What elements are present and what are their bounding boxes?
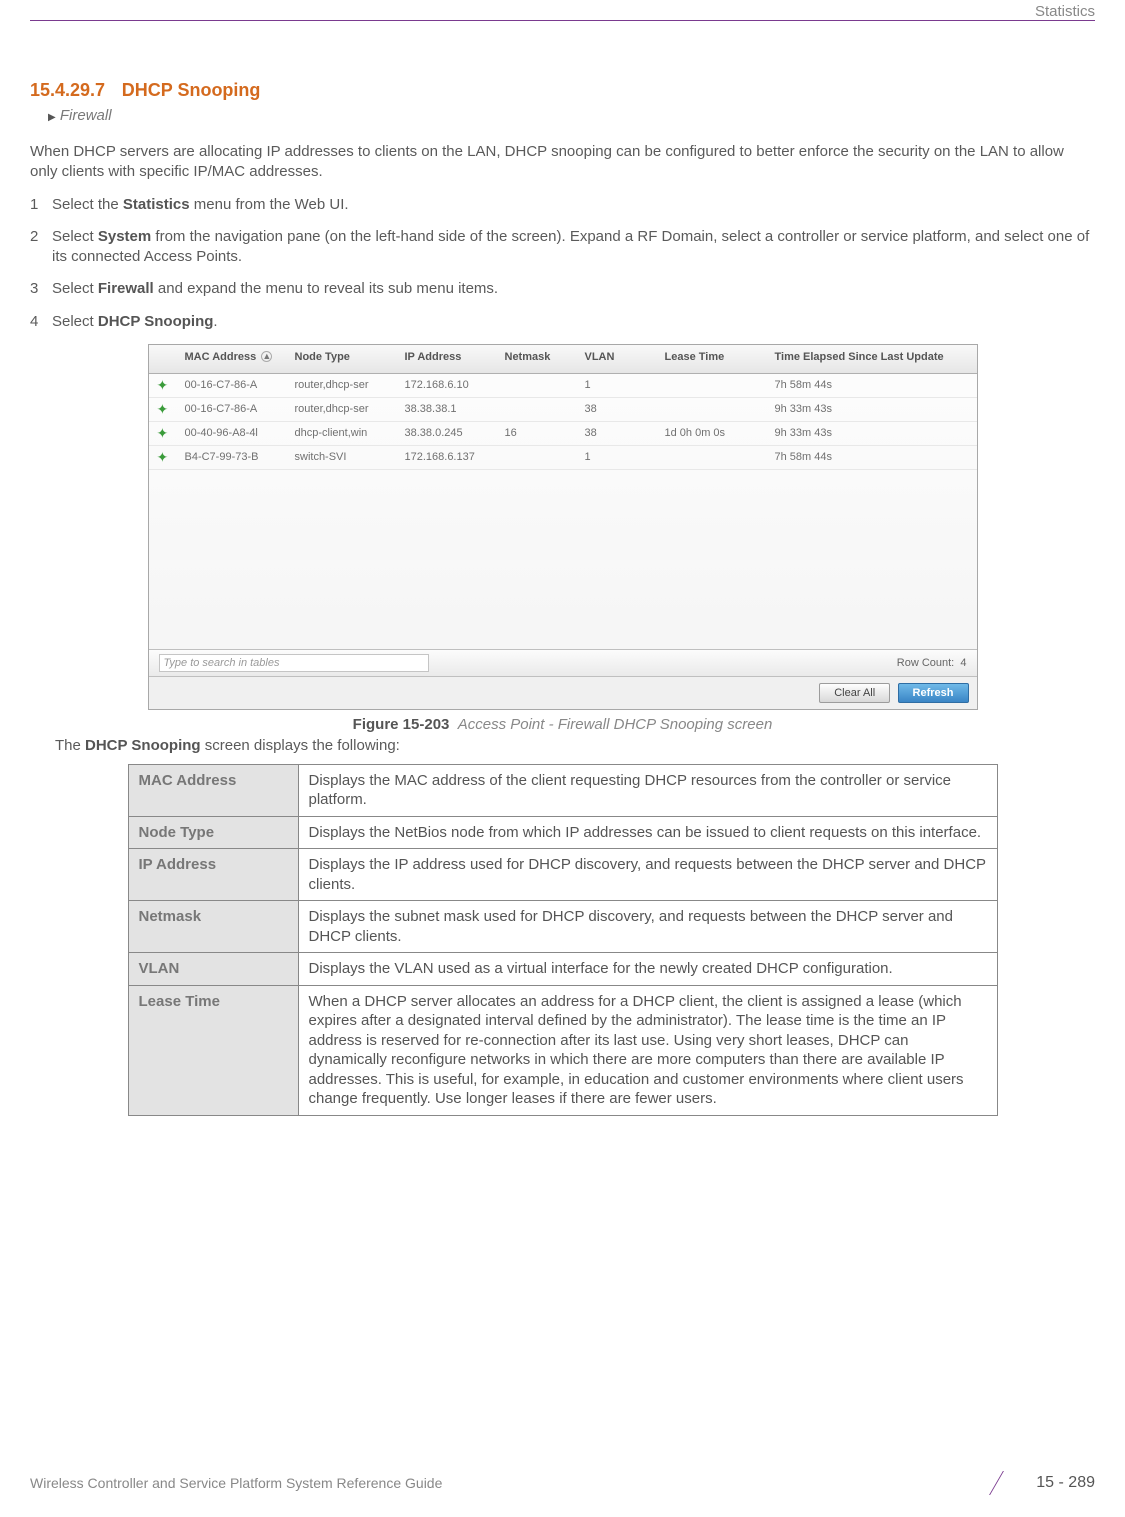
description-row: VLANDisplays the VLAN used as a virtual …: [128, 953, 997, 986]
col-mac[interactable]: MAC Address ▲: [177, 345, 287, 374]
refresh-button[interactable]: Refresh: [898, 683, 969, 703]
col-lease[interactable]: Lease Time: [657, 345, 767, 374]
col-node[interactable]: Node Type: [287, 345, 397, 374]
table-row[interactable]: ✦00-16-C7-86-Arouter,dhcp-ser38.38.38.13…: [149, 397, 977, 421]
table-row[interactable]: ✦B4-C7-99-73-Bswitch-SVI172.168.6.13717h…: [149, 445, 977, 469]
description-row: MAC AddressDisplays the MAC address of t…: [128, 764, 997, 816]
clear-all-button[interactable]: Clear All: [819, 683, 890, 703]
col-netmask[interactable]: Netmask: [497, 345, 577, 374]
status-connected-icon: ✦: [157, 449, 169, 465]
status-connected-icon: ✦: [157, 425, 169, 441]
breadcrumb-text: Firewall: [60, 107, 112, 124]
status-connected-icon: ✦: [157, 377, 169, 393]
col-vlan[interactable]: VLAN: [577, 345, 657, 374]
header-section-label: Statistics: [1035, 3, 1095, 20]
col-ip[interactable]: IP Address: [397, 345, 497, 374]
step-item: 2Select System from the navigation pane …: [30, 227, 1095, 268]
step-item: 4Select DHCP Snooping.: [30, 312, 1095, 332]
table-search-input[interactable]: [159, 654, 429, 672]
table-row[interactable]: ✦00-16-C7-86-Arouter,dhcp-ser172.168.6.1…: [149, 373, 977, 397]
description-row: Lease TimeWhen a DHCP server allocates a…: [128, 985, 997, 1115]
header-separator: [30, 20, 1095, 21]
section-title: DHCP Snooping: [122, 80, 261, 100]
step-item: 1Select the Statistics menu from the Web…: [30, 195, 1095, 215]
figure-caption: Figure 15-203 Access Point - Firewall DH…: [30, 716, 1095, 733]
row-count: Row Count: 4: [897, 657, 967, 669]
description-row: Node TypeDisplays the NetBios node from …: [128, 816, 997, 849]
table-row[interactable]: ✦00-40-96-A8-4ldhcp-client,win38.38.0.24…: [149, 421, 977, 445]
section-number: 15.4.29.7: [30, 80, 105, 100]
footer-book-title: Wireless Controller and Service Platform…: [30, 1475, 442, 1491]
field-description-table: MAC AddressDisplays the MAC address of t…: [128, 764, 998, 1116]
table-header-row: MAC Address ▲ Node Type IP Address Netma…: [149, 345, 977, 374]
breadcrumb-arrow-icon: ▶: [48, 112, 56, 123]
status-connected-icon: ✦: [157, 401, 169, 417]
description-row: IP AddressDisplays the IP address used f…: [128, 849, 997, 901]
intro-paragraph: When DHCP servers are allocating IP addr…: [30, 142, 1095, 183]
breadcrumb: ▶ Firewall: [48, 107, 1095, 124]
screenshot-figure: MAC Address ▲ Node Type IP Address Netma…: [148, 344, 978, 710]
description-row: NetmaskDisplays the subnet mask used for…: [128, 901, 997, 953]
col-elapsed[interactable]: Time Elapsed Since Last Update: [767, 345, 977, 374]
footer-slash-icon: [989, 1471, 1039, 1495]
sort-asc-icon[interactable]: ▲: [261, 351, 272, 362]
step-item: 3Select Firewall and expand the menu to …: [30, 279, 1095, 299]
section-heading: 15.4.29.7 DHCP Snooping: [30, 80, 1095, 101]
page-number: 15 - 289: [1036, 1474, 1095, 1492]
displays-text: The DHCP Snooping screen displays the fo…: [55, 737, 1095, 754]
